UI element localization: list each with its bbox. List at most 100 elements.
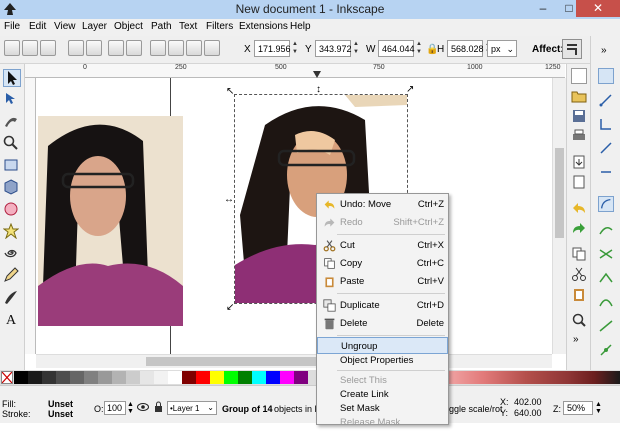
spiral-tool-icon[interactable] <box>3 245 21 263</box>
fill-value[interactable]: Unset <box>48 399 73 409</box>
eye-visibility-icon[interactable] <box>137 402 149 414</box>
color-swatch[interactable] <box>252 371 266 384</box>
photo-original[interactable] <box>38 116 183 326</box>
snap-smooth-nodes-icon[interactable] <box>598 294 614 310</box>
color-swatch[interactable] <box>28 371 42 384</box>
menu-file[interactable]: File <box>4 21 20 32</box>
color-swatch[interactable] <box>224 371 238 384</box>
y-field[interactable]: 343.972 <box>315 40 352 57</box>
horizontal-scrollbar[interactable] <box>36 354 552 368</box>
minimize-button[interactable]: – <box>530 0 556 17</box>
color-swatch[interactable] <box>140 371 154 384</box>
rectangle-tool-icon[interactable] <box>3 157 21 175</box>
flip-horizontal-icon[interactable] <box>108 40 124 56</box>
y-spinner[interactable]: ▲ ▼ <box>351 40 361 57</box>
lower-icon[interactable] <box>186 40 202 56</box>
color-swatch[interactable] <box>294 371 308 384</box>
select-all-icon[interactable] <box>4 40 20 56</box>
menu-item-undo[interactable]: Undo: Move Ctrl+Z <box>317 196 448 213</box>
undo-icon[interactable] <box>571 200 587 216</box>
vertical-scrollbar[interactable] <box>552 78 566 354</box>
color-swatch[interactable] <box>112 371 126 384</box>
color-swatch[interactable] <box>210 371 224 384</box>
deselect-icon[interactable] <box>40 40 56 56</box>
resize-handle-icon[interactable]: ↖ <box>226 86 234 97</box>
height-field[interactable]: 568.028 <box>447 40 484 57</box>
menu-layer[interactable]: Layer <box>82 21 107 32</box>
zoom-fit-icon[interactable] <box>571 312 587 328</box>
ellipse-tool-icon[interactable] <box>3 201 21 219</box>
stroke-value[interactable]: Unset <box>48 409 73 419</box>
menu-item-paste[interactable]: Paste Ctrl+V <box>317 273 448 290</box>
no-paint-swatch[interactable] <box>1 371 13 384</box>
menu-item-duplicate[interactable]: Duplicate Ctrl+D <box>317 297 448 314</box>
snap-overflow-icon[interactable]: » <box>601 45 607 56</box>
menu-object[interactable]: Object <box>114 21 143 32</box>
print-icon[interactable] <box>571 128 587 144</box>
vertical-scroll-thumb[interactable] <box>555 148 564 238</box>
text-tool-icon[interactable]: A <box>3 311 21 329</box>
flip-vertical-icon[interactable] <box>126 40 142 56</box>
selector-tool-icon[interactable] <box>3 69 21 87</box>
opacity-spinner[interactable]: ▲ ▼ <box>127 401 134 415</box>
snap-cusp-nodes-icon[interactable] <box>598 270 614 286</box>
star-tool-icon[interactable] <box>2 222 21 241</box>
new-document-icon[interactable] <box>571 68 587 84</box>
color-swatch[interactable] <box>182 371 196 384</box>
zoom-spinner[interactable]: ▲ ▼ <box>595 401 602 415</box>
color-swatch[interactable] <box>84 371 98 384</box>
snap-midpoint-icon[interactable] <box>598 164 614 180</box>
color-swatch[interactable] <box>168 371 182 384</box>
snap-toggle-icon[interactable] <box>598 68 614 84</box>
color-swatch[interactable] <box>56 371 70 384</box>
select-all-layers-icon[interactable] <box>22 40 38 56</box>
resize-handle-icon[interactable]: ↕ <box>316 84 321 95</box>
snap-center-icon[interactable] <box>598 342 614 358</box>
menu-item-copy[interactable]: Copy Ctrl+C <box>317 255 448 272</box>
copy-icon[interactable] <box>571 246 587 262</box>
menu-text[interactable]: Text <box>179 21 197 32</box>
snap-bbox-icon[interactable] <box>598 92 614 108</box>
color-swatch[interactable] <box>154 371 168 384</box>
menu-item-object-properties[interactable]: Object Properties <box>317 352 448 369</box>
cut-icon[interactable] <box>571 266 587 282</box>
raise-to-top-icon[interactable] <box>150 40 166 56</box>
rotate-ccw-icon[interactable] <box>68 40 84 56</box>
export-icon[interactable] <box>571 174 587 190</box>
x-field[interactable]: 171.956 <box>254 40 291 57</box>
calligraphy-tool-icon[interactable] <box>3 289 21 307</box>
pencil-tool-icon[interactable] <box>3 267 21 285</box>
menu-extensions[interactable]: Extensions <box>239 21 288 32</box>
width-field[interactable]: 464.044 <box>378 40 415 57</box>
color-swatch[interactable] <box>70 371 84 384</box>
affect-stroke-button[interactable] <box>562 39 582 59</box>
color-swatch[interactable] <box>14 371 28 384</box>
tweak-tool-icon[interactable] <box>3 113 21 131</box>
color-swatch[interactable] <box>196 371 210 384</box>
menu-path[interactable]: Path <box>151 21 172 32</box>
x-spinner[interactable]: ▲ ▼ <box>290 40 300 57</box>
drawing-canvas[interactable]: ↖ ↕ ↗ ↔ ↙ <box>36 78 552 354</box>
menu-item-redo[interactable]: Redo Shift+Ctrl+Z <box>317 214 448 231</box>
rotate-cw-icon[interactable] <box>86 40 102 56</box>
opacity-field[interactable]: 100 <box>104 401 126 415</box>
snap-line-midpoint-icon[interactable] <box>598 318 614 334</box>
resize-handle-icon[interactable]: ↔ <box>224 194 234 205</box>
snap-nodes-icon[interactable] <box>598 196 614 212</box>
w-spinner[interactable]: ▲ ▼ <box>414 40 424 57</box>
open-folder-icon[interactable] <box>571 88 587 104</box>
zoom-tool-icon[interactable] <box>3 135 21 153</box>
unit-select[interactable]: px ⌄ <box>487 40 517 57</box>
menu-edit[interactable]: Edit <box>29 21 46 32</box>
node-tool-icon[interactable] <box>3 91 21 109</box>
zoom-field[interactable]: 50% <box>563 401 593 415</box>
3d-box-tool-icon[interactable] <box>3 179 21 197</box>
menu-item-cut[interactable]: Cut Ctrl+X <box>317 237 448 254</box>
color-swatch[interactable] <box>98 371 112 384</box>
lock-icon[interactable] <box>154 401 163 415</box>
snap-paths-icon[interactable] <box>598 222 614 238</box>
layer-select[interactable]: •Layer 1 ⌄ <box>167 401 217 415</box>
color-swatch[interactable] <box>126 371 140 384</box>
commands-overflow-icon[interactable]: » <box>573 334 579 345</box>
snap-bbox-corner-icon[interactable] <box>598 140 614 156</box>
